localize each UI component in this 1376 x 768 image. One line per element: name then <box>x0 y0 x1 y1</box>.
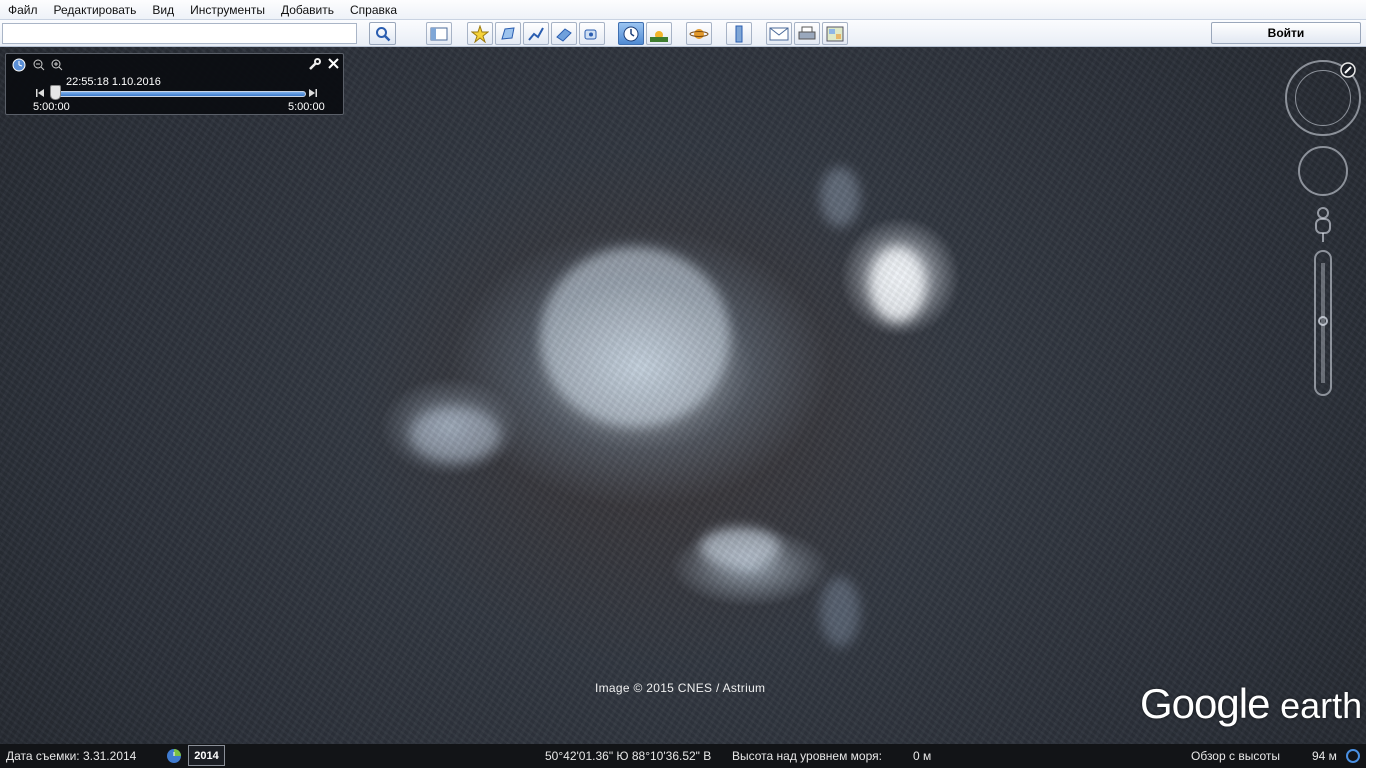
streaming-progress-icon <box>1345 748 1361 767</box>
imagery-attribution: Image © 2015 CNES / Astrium <box>595 681 766 695</box>
sidebar-toggle-button[interactable] <box>426 22 452 45</box>
menu-edit[interactable]: Редактировать <box>46 0 145 20</box>
search-button[interactable] <box>369 22 396 45</box>
planets-button[interactable] <box>686 22 712 45</box>
terrain-feature <box>820 577 860 647</box>
email-button[interactable] <box>766 22 792 45</box>
planets-icon <box>689 28 709 39</box>
time-slider-panel: 22:55:18 1.10.2016 5:00:00 5:00:00 <box>5 53 344 115</box>
step-forward-icon[interactable] <box>308 88 318 100</box>
email-icon <box>769 27 789 40</box>
search-input[interactable] <box>2 23 357 44</box>
menu-help[interactable]: Справка <box>342 0 405 20</box>
map-view-icon <box>826 26 844 41</box>
elevation-label: Высота над уровнем моря: <box>732 749 882 763</box>
time-range-start: 5:00:00 <box>33 101 70 113</box>
move-joystick[interactable] <box>1298 146 1348 196</box>
ruler-icon <box>735 25 743 42</box>
add-overlay-button[interactable] <box>551 22 577 45</box>
sunlight-button[interactable] <box>646 22 672 45</box>
imagery-year-button[interactable]: 2014 <box>188 745 225 766</box>
clock-icon[interactable] <box>12 58 26 74</box>
menu-tools[interactable]: Инструменты <box>182 0 273 20</box>
current-time-label: 22:55:18 1.10.2016 <box>66 76 161 88</box>
overlay-icon <box>556 27 572 42</box>
historical-imagery-status-icon[interactable] <box>166 748 182 767</box>
menu-bar: Файл Редактировать Вид Инструменты Добав… <box>0 0 1366 20</box>
terrain-feature <box>820 167 860 227</box>
historical-imagery-button[interactable] <box>618 22 644 45</box>
add-placemark-button[interactable] <box>467 22 493 45</box>
zoom-slider-thumb[interactable] <box>1318 316 1328 326</box>
time-slider-track[interactable] <box>52 91 306 97</box>
terrain-feature <box>870 247 925 322</box>
wrench-icon[interactable] <box>308 58 321 73</box>
toolbar: Войти <box>0 20 1366 47</box>
window-edge <box>1366 0 1376 768</box>
path-icon <box>528 27 544 41</box>
record-tour-button[interactable] <box>579 22 605 45</box>
menu-view[interactable]: Вид <box>144 0 182 20</box>
cursor-coordinates: 50°42'01.36" Ю 88°10'36.52" В <box>545 749 712 763</box>
menu-add[interactable]: Добавить <box>273 0 342 20</box>
map-view[interactable] <box>0 47 1366 744</box>
terrain-feature <box>700 527 780 567</box>
eye-altitude-label: Обзор с высоты <box>1191 749 1280 763</box>
navigation-controls <box>1283 58 1363 398</box>
close-icon[interactable] <box>328 58 339 71</box>
tour-icon <box>584 29 597 39</box>
eye-altitude-value: 94 м <box>1312 749 1337 763</box>
add-polygon-button[interactable] <box>495 22 521 45</box>
historical-imagery-icon <box>623 26 639 41</box>
login-button[interactable]: Войти <box>1211 22 1361 44</box>
view-in-maps-button[interactable] <box>822 22 848 45</box>
menu-file[interactable]: Файл <box>0 0 46 20</box>
terrain-feature <box>410 407 500 462</box>
sunlight-icon <box>650 30 668 42</box>
time-range-end: 5:00:00 <box>288 101 325 113</box>
logo-google-text: Google <box>1140 680 1270 727</box>
search-icon <box>375 26 390 41</box>
add-path-button[interactable] <box>523 22 549 45</box>
print-icon <box>798 26 816 39</box>
terrain-feature <box>540 247 730 427</box>
time-slider-thumb[interactable] <box>50 85 61 100</box>
step-back-icon[interactable] <box>35 88 45 100</box>
zoom-out-time-icon[interactable] <box>33 59 45 73</box>
print-button[interactable] <box>794 22 820 45</box>
logo-earth-text: earth <box>1280 685 1363 726</box>
sidebar-toggle-icon <box>430 27 448 40</box>
imagery-date: Дата съемки: 3.31.2014 <box>6 749 137 763</box>
ruler-button[interactable] <box>726 22 752 45</box>
status-bar: Дата съемки: 3.31.2014 2014 50°42'01.36"… <box>0 744 1366 768</box>
placemark-icon <box>471 24 489 43</box>
street-view-pegman-icon[interactable] <box>1312 206 1334 247</box>
polygon-icon <box>501 26 515 40</box>
elevation-value: 0 м <box>913 749 932 763</box>
north-up-icon[interactable] <box>1340 62 1356 81</box>
zoom-in-time-icon[interactable] <box>51 59 63 73</box>
google-earth-logo: Google earth <box>1140 680 1362 728</box>
